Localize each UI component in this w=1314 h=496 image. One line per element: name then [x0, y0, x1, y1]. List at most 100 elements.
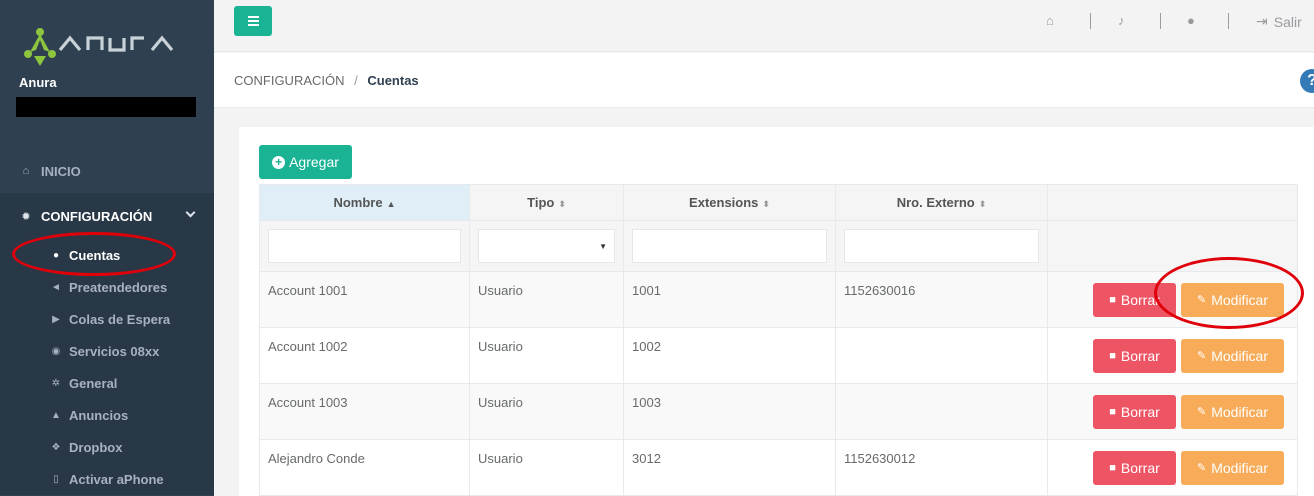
sidebar-item-activar-aphone[interactable]: ▯ Activar aPhone — [0, 463, 214, 495]
cell-tipo: Usuario — [469, 439, 624, 496]
sort-icon: ⬍ — [762, 199, 770, 209]
annotation-circle-modificar — [1154, 257, 1304, 329]
table-row: Account 1001 Usuario 1001 1152630016 ■ Bo… — [259, 271, 1298, 328]
cell-extensions: 1001 — [623, 271, 836, 328]
accounts-table: Nombre ▲ Tipo ⬍ Extensions ⬍ Nro. Externo ⬍ … — [259, 184, 1298, 496]
user-icon[interactable]: ● — [1187, 13, 1195, 28]
pencil-icon: ✎ — [1196, 406, 1207, 418]
hamburger-icon — [247, 16, 259, 18]
cell-extensions: 1002 — [623, 327, 836, 384]
delete-label: Borrar — [1120, 347, 1160, 364]
cell-extensions: 3012 — [623, 439, 836, 496]
cell-tipo: Usuario — [469, 271, 624, 328]
bell-icon[interactable]: ♪ — [1118, 13, 1125, 28]
sidebar: Anura ⌂ INICIO ✹ CONFIGURACIÓN ● Cuentas… — [0, 0, 214, 496]
sidebar-item-label: Dropbox — [69, 439, 123, 455]
sort-icon: ⬍ — [978, 199, 987, 209]
sort-icon: ⬍ — [558, 199, 566, 209]
anura-logo — [24, 28, 174, 66]
cell-extensions: 1003 — [623, 383, 836, 440]
filter-tipo-select[interactable]: ▼ — [478, 229, 615, 263]
help-icon[interactable]: ? — [1300, 69, 1314, 93]
annotation-circle-cuentas — [12, 232, 176, 276]
table-row: Account 1003 Usuario 1003 ■ Borrar ✎ Modifi… — [259, 383, 1298, 440]
delete-button[interactable]: ■ Borrar — [1093, 450, 1176, 485]
sidebar-item-servicios-08xx[interactable]: ◉ Servicios 08xx — [0, 335, 214, 367]
sidebar-item-label: Preatendedores — [69, 279, 168, 295]
cell-nro-externo — [835, 327, 1048, 384]
gears-icon: ✲ — [51, 377, 61, 389]
filter-nombre-input[interactable] — [268, 229, 461, 263]
filter-nro-externo-input[interactable] — [844, 229, 1039, 263]
breadcrumb-parent[interactable]: CONFIGURACIÓN — [234, 73, 345, 88]
cell-nombre: Alejandro Conde — [259, 439, 470, 496]
sidebar-item-label: Activar aPhone — [69, 471, 164, 487]
edit-button[interactable]: ✎ Modificar — [1181, 338, 1284, 373]
cell-nro-externo: 1152630012 — [835, 439, 1048, 496]
sign-out-icon: ⇥ — [1256, 13, 1268, 29]
sidebar-item-dropbox[interactable]: ❖ Dropbox — [0, 431, 214, 463]
logout-label: Salir — [1273, 13, 1302, 30]
cell-nro-externo: 1152630016 — [835, 271, 1048, 328]
sidebar-item-label: Colas de Espera — [69, 311, 171, 327]
column-label: Nro. Externo — [896, 195, 975, 210]
bullhorn-icon: ◄ — [51, 281, 61, 293]
cell-nombre: Account 1001 — [259, 271, 470, 328]
breadcrumb-current: Cuentas — [367, 73, 419, 88]
sidebar-item-label: Servicios 08xx — [69, 343, 160, 359]
sort-asc-icon: ▲ — [386, 199, 396, 209]
add-account-button[interactable]: + Agregar — [259, 145, 352, 179]
column-header-tipo[interactable]: Tipo ⬍ — [469, 184, 624, 221]
column-label: Extensions — [689, 195, 759, 210]
filter-cell: ▼ — [469, 220, 624, 272]
edit-button[interactable]: ✎ Modificar — [1181, 450, 1284, 485]
breadcrumb: CONFIGURACIÓN / Cuentas — [234, 73, 419, 88]
edit-label: Modificar — [1211, 459, 1268, 476]
cell-actions: ■ Borrar ✎ Modificar — [1047, 383, 1298, 440]
trash-icon: ■ — [1109, 405, 1116, 418]
play-square-icon: ▶ — [52, 313, 60, 325]
sidebar-item-anuncios[interactable]: ▲ Anuncios — [0, 399, 214, 431]
sidebar-item-label: General — [69, 375, 118, 391]
column-header-nro-externo[interactable]: Nro. Externo ⬍ — [835, 184, 1048, 221]
sidebar-item-inicio[interactable]: ⌂ INICIO — [0, 158, 214, 184]
column-label: Nombre — [333, 195, 383, 210]
cell-tipo: Usuario — [469, 383, 624, 440]
cell-nro-externo — [835, 383, 1048, 440]
dropbox-icon: ❖ — [51, 441, 61, 453]
page-heading: CONFIGURACIÓN / Cuentas ? — [214, 53, 1314, 108]
cell-nombre: Account 1002 — [259, 327, 470, 384]
filter-extensions-input[interactable] — [632, 229, 827, 263]
sidebar-item-label: INICIO — [41, 163, 81, 179]
pencil-icon: ✎ — [1196, 350, 1207, 362]
sidebar-item-preatendedores[interactable]: ◄ Preatendedores — [0, 271, 214, 303]
home-icon: ⌂ — [22, 165, 30, 177]
column-header-extensions[interactable]: Extensions ⬍ — [623, 184, 836, 221]
logout-link[interactable]: ⇥ Salir — [1256, 13, 1302, 30]
trash-icon: ■ — [1109, 461, 1116, 474]
gear-icon: ✹ — [21, 210, 31, 223]
sidebar-item-colas-de-espera[interactable]: ▶ Colas de Espera — [0, 303, 214, 335]
home-icon[interactable]: ⌂ — [1046, 13, 1054, 28]
divider — [1090, 13, 1091, 29]
mobile-icon: ▯ — [53, 473, 59, 485]
pencil-icon: ✎ — [1196, 462, 1207, 474]
hamburger-icon-bar — [247, 24, 259, 26]
sidebar-item-general[interactable]: ✲ General — [0, 367, 214, 399]
column-label: Tipo — [527, 195, 555, 210]
caret-down-icon: ▼ — [599, 242, 607, 251]
delete-button[interactable]: ■ Borrar — [1093, 394, 1176, 429]
cell-nombre: Account 1003 — [259, 383, 470, 440]
content-card: + Agregar Nombre ▲ Tipo ⬍ Extensions ⬍ Nro.… — [239, 127, 1314, 496]
cell-actions: ■ Borrar ✎ Modificar — [1047, 439, 1298, 496]
filter-cell — [835, 220, 1048, 272]
menu-toggle-button[interactable] — [234, 6, 272, 36]
edit-button[interactable]: ✎ Modificar — [1181, 394, 1284, 429]
delete-button[interactable]: ■ Borrar — [1093, 338, 1176, 373]
edit-label: Modificar — [1211, 403, 1268, 420]
filter-cell — [623, 220, 836, 272]
column-header-actions — [1047, 184, 1298, 221]
globe-icon: ◉ — [51, 345, 61, 357]
add-button-label: Agregar — [289, 154, 339, 170]
column-header-nombre[interactable]: Nombre ▲ — [259, 184, 470, 221]
